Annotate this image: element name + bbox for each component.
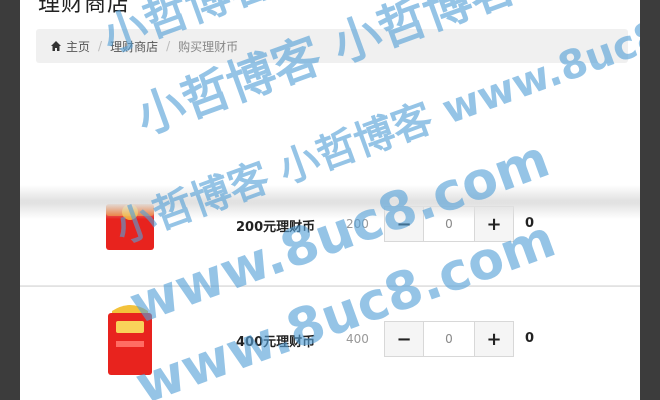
- red-packet-image: [108, 305, 152, 375]
- quantity-stepper: − +: [384, 321, 514, 357]
- product-price: 400: [346, 332, 369, 346]
- increase-button[interactable]: +: [474, 321, 514, 357]
- page-container: 理财商店 主页 / 理财商店 / 购买理财币 200元理财币 200 − +: [20, 0, 640, 400]
- breadcrumb: 主页 / 理财商店 / 购买理财币: [36, 29, 628, 63]
- quantity-input[interactable]: [424, 321, 474, 357]
- product-row: 400元理财币 400 − + 0: [20, 286, 640, 397]
- breadcrumb-home[interactable]: 主页: [36, 38, 90, 55]
- page-title: 理财商店: [38, 0, 131, 17]
- breadcrumb-shop[interactable]: 理财商店: [110, 38, 158, 55]
- product-price: 200: [346, 217, 369, 231]
- breadcrumb-separator: /: [98, 39, 103, 53]
- blurred-header-band: [20, 185, 640, 219]
- product-name: 400元理财币: [236, 335, 316, 350]
- watermark-text: 小哲博客 小哲博客: [129, 0, 525, 146]
- breadcrumb-current: 购买理财币: [178, 39, 239, 54]
- window-frame-right: [640, 0, 660, 400]
- decrease-button[interactable]: −: [384, 321, 424, 357]
- window-frame-left: [0, 0, 20, 400]
- product-subtotal: 0: [525, 331, 535, 346]
- home-icon: [51, 41, 61, 51]
- breadcrumb-separator: /: [166, 39, 171, 53]
- breadcrumb-home-label: 主页: [66, 39, 91, 54]
